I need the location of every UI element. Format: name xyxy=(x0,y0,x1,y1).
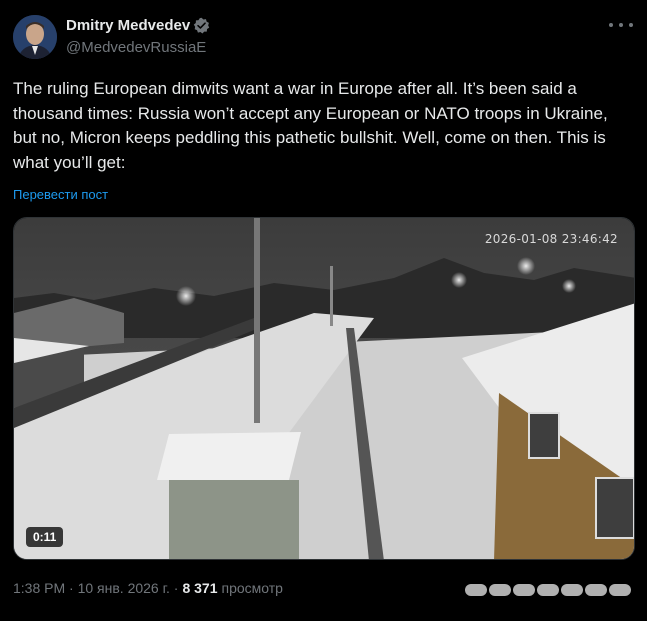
views-count: 8 371 xyxy=(182,580,218,596)
tweet-text: The ruling European dimwits want a war i… xyxy=(13,79,613,172)
author-name-row: Dmitry Medvedev xyxy=(66,17,210,34)
translate-link[interactable]: Перевести пост xyxy=(13,187,108,202)
author-handle[interactable]: @MedvedevRussiaE xyxy=(66,39,206,56)
author-display-name[interactable]: Dmitry Medvedev xyxy=(66,17,190,34)
video-timestamp-overlay: 2026-01-08 23:46:42 xyxy=(484,232,618,246)
tweet-meta: 1:38 PM · 10 янв. 2026 г. · 8 371 просмо… xyxy=(13,580,283,596)
views-label: просмотр xyxy=(221,580,283,596)
tweet-timestamp[interactable]: 1:38 PM · 10 янв. 2026 г. · xyxy=(13,580,178,596)
more-icon[interactable] xyxy=(609,18,633,32)
video-duration-badge: 0:11 xyxy=(26,527,64,547)
watermark xyxy=(465,584,631,596)
avatar[interactable] xyxy=(13,15,57,59)
video-frame xyxy=(14,218,634,559)
verified-badge-icon xyxy=(193,17,210,34)
video-player[interactable]: 2026-01-08 23:46:42 0:11 xyxy=(13,217,635,560)
